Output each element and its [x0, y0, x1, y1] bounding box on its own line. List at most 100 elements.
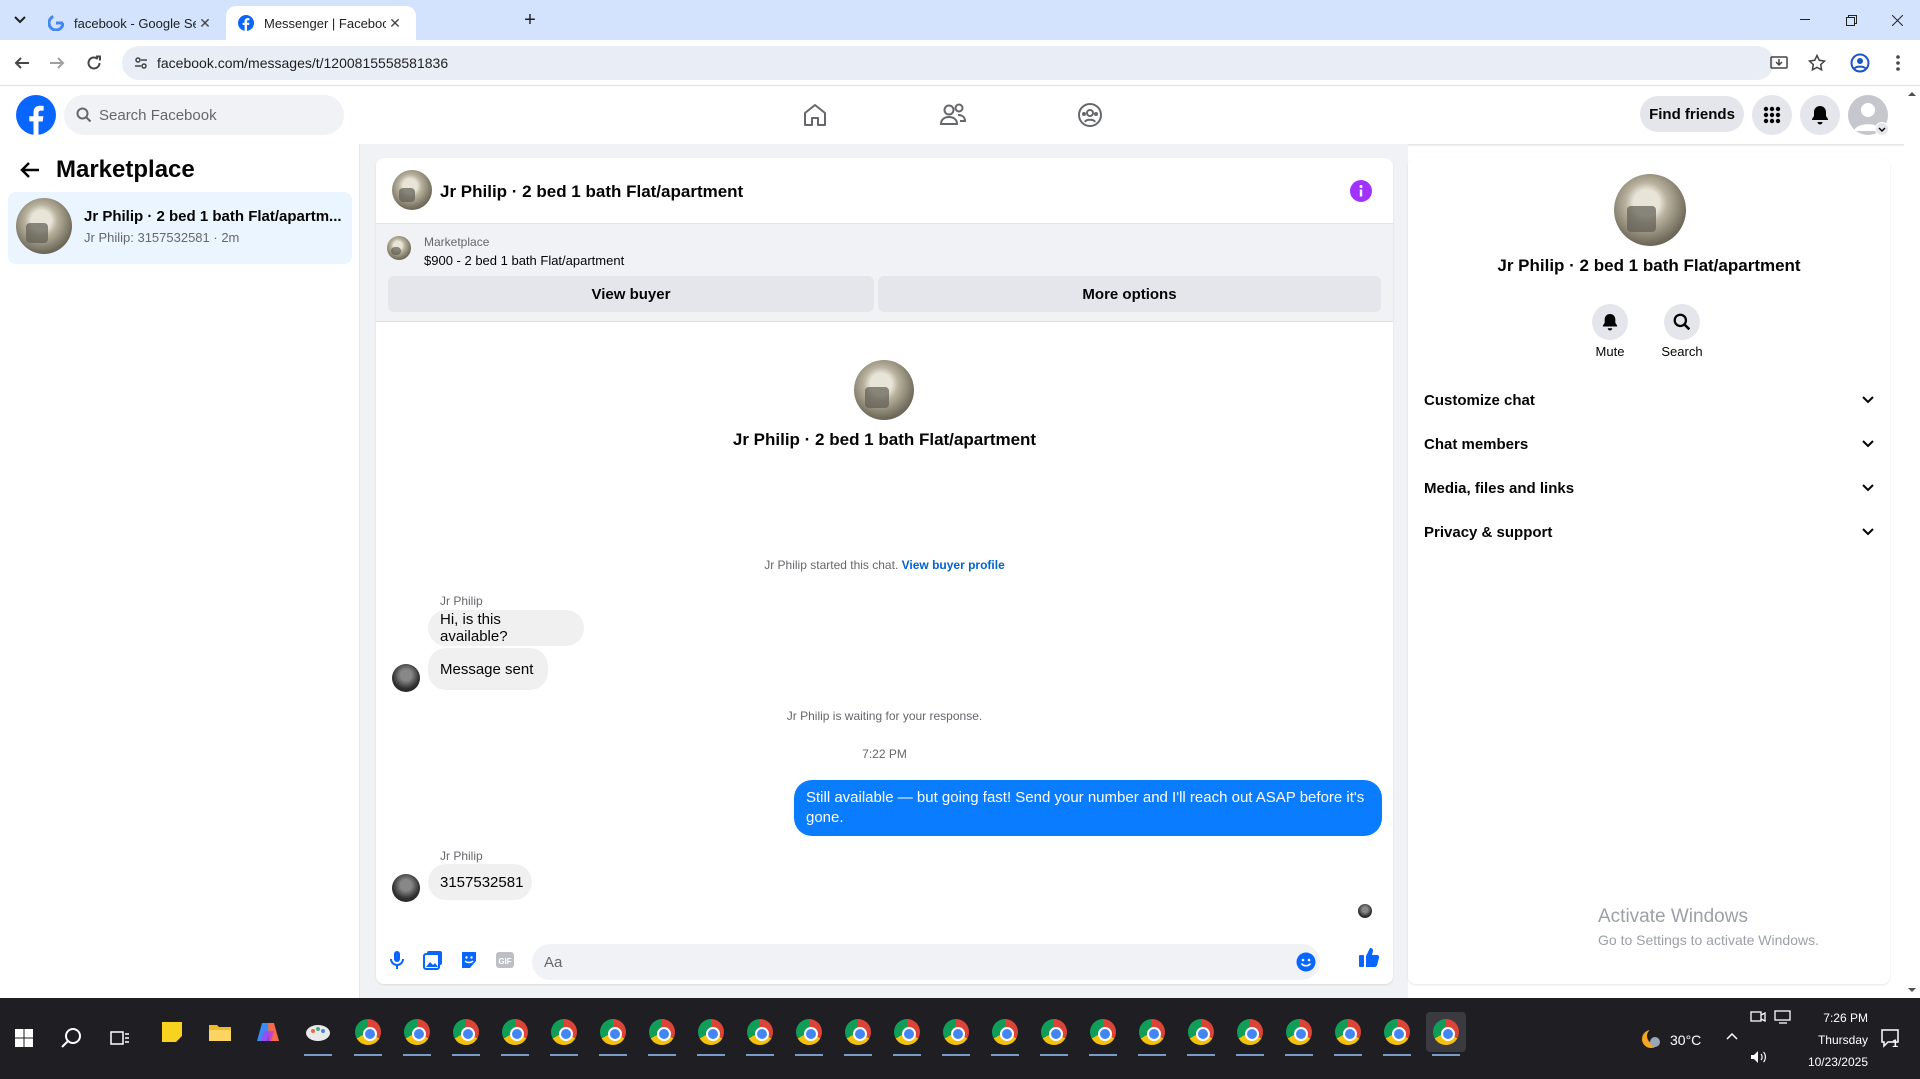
install-app-icon[interactable]	[1770, 54, 1788, 72]
chrome-profile-icon[interactable]	[887, 1012, 927, 1056]
volume-icon[interactable]	[1750, 1050, 1768, 1064]
chrome-profile-icon[interactable]	[1181, 1012, 1221, 1056]
outgoing-message[interactable]: Still available — but going fast! Send y…	[794, 780, 1382, 836]
close-tab-icon[interactable]: ✕	[386, 14, 404, 32]
chat-title[interactable]: Jr Philip · 2 bed 1 bath Flat/apartment	[440, 182, 743, 202]
chrome-profile-icon[interactable]	[691, 1012, 731, 1056]
chrome-profile-icon[interactable]	[1377, 1012, 1417, 1056]
chat-members-row[interactable]: Chat members	[1424, 424, 1874, 464]
account-chevron-icon[interactable]	[1875, 122, 1889, 136]
message-input[interactable]: Aa	[532, 944, 1320, 980]
gif-icon[interactable]: GIF	[494, 949, 516, 971]
chrome-profile-icon[interactable]	[1034, 1012, 1074, 1056]
minimize-icon[interactable]	[1782, 0, 1828, 40]
task-view-icon[interactable]	[100, 1018, 140, 1058]
message-timestamp: 7:22 PM	[862, 747, 907, 761]
mute-bell-icon[interactable]	[1592, 304, 1628, 340]
more-options-button[interactable]: More options	[878, 276, 1381, 312]
intro-avatar	[854, 360, 914, 420]
chrome-profile-icon[interactable]	[838, 1012, 878, 1056]
chrome-profile-icon[interactable]	[348, 1012, 388, 1056]
sticky-notes-icon[interactable]	[152, 1012, 192, 1052]
groups-icon[interactable]	[1070, 95, 1110, 135]
search-icon[interactable]	[52, 1018, 92, 1058]
paint-app-icon[interactable]	[298, 1012, 338, 1056]
info-icon[interactable]	[1350, 180, 1372, 202]
view-buyer-button[interactable]: View buyer	[388, 276, 874, 312]
details-avatar[interactable]	[1614, 174, 1686, 246]
sender-avatar[interactable]	[392, 874, 420, 902]
sender-avatar[interactable]	[392, 664, 420, 692]
notifications-bell-icon[interactable]	[1800, 95, 1840, 135]
chrome-profile-icon[interactable]	[495, 1012, 535, 1056]
back-icon[interactable]	[10, 51, 34, 75]
facebook-search-input[interactable]: Search Facebook	[64, 95, 344, 135]
windows-start-icon[interactable]	[4, 1018, 44, 1058]
chrome-profile-icon[interactable]	[642, 1012, 682, 1056]
conversation-item[interactable]: Jr Philip · 2 bed 1 bath Flat/apartm... …	[8, 192, 352, 264]
chrome-profile-icon[interactable]	[1328, 1012, 1368, 1056]
chrome-profile-icon[interactable]	[936, 1012, 976, 1056]
chrome-profile-icon[interactable]	[985, 1012, 1025, 1056]
chrome-profile-icon[interactable]	[397, 1012, 437, 1056]
profile-icon[interactable]	[1848, 51, 1872, 75]
like-thumb-icon[interactable]	[1358, 946, 1380, 968]
tab-google-search[interactable]: facebook - Google Search ✕	[36, 6, 226, 40]
chrome-profile-icon[interactable]	[1279, 1012, 1319, 1056]
find-friends-button[interactable]: Find friends	[1640, 96, 1744, 132]
chrome-profile-icon[interactable]	[544, 1012, 584, 1056]
weather-moon-icon[interactable]	[1640, 1028, 1662, 1050]
chrome-profile-icon[interactable]	[593, 1012, 633, 1056]
show-hidden-icons-chevron-icon[interactable]	[1726, 1032, 1738, 1040]
chrome-profile-icon[interactable]	[789, 1012, 829, 1056]
close-window-icon[interactable]	[1874, 0, 1920, 40]
clock-date[interactable]: 10/23/2025	[1788, 1055, 1868, 1069]
chrome-profile-icon[interactable]	[1230, 1012, 1270, 1056]
sticker-icon[interactable]	[458, 949, 480, 971]
listing-description[interactable]: $900 - 2 bed 1 bath Flat/apartment	[424, 253, 624, 268]
microphone-icon[interactable]	[386, 949, 408, 971]
close-tab-icon[interactable]: ✕	[196, 14, 214, 32]
listing-banner: Marketplace $900 - 2 bed 1 bath Flat/apa…	[376, 224, 1393, 322]
facebook-logo-icon[interactable]	[16, 95, 56, 135]
windows-taskbar: 30°C 7:26 PM Thursday 10/23/2025 1	[0, 998, 1920, 1079]
weather-temp[interactable]: 30°C	[1670, 1032, 1701, 1048]
customize-chat-row[interactable]: Customize chat	[1424, 380, 1874, 420]
restore-icon[interactable]	[1828, 0, 1874, 40]
listing-thumbnail[interactable]	[387, 236, 411, 260]
incoming-message[interactable]: Message sent	[428, 648, 548, 690]
chat-avatar[interactable]	[392, 170, 432, 210]
clock-time[interactable]: 7:26 PM	[1788, 1011, 1868, 1025]
chrome-menu-icon[interactable]	[1886, 51, 1910, 75]
tab-search-chevron-icon[interactable]	[8, 10, 32, 30]
media-files-links-row[interactable]: Media, files and links	[1424, 468, 1874, 508]
reload-icon[interactable]	[82, 51, 106, 75]
new-tab-icon[interactable]: +	[520, 10, 540, 30]
page-scrollbar[interactable]	[1904, 86, 1920, 998]
friends-icon[interactable]	[933, 95, 973, 135]
meet-now-icon[interactable]	[1750, 1010, 1766, 1024]
photo-icon[interactable]	[422, 949, 444, 971]
back-arrow-icon[interactable]	[20, 161, 40, 179]
search-conversation-icon[interactable]	[1664, 304, 1700, 340]
view-buyer-profile-link[interactable]: View buyer profile	[902, 558, 1005, 572]
incoming-message[interactable]: Hi, is this available?	[428, 610, 584, 646]
chrome-profile-icon[interactable]	[446, 1012, 486, 1056]
file-explorer-icon[interactable]	[200, 1012, 240, 1052]
chrome-profile-icon[interactable]	[1083, 1012, 1123, 1056]
privacy-support-row[interactable]: Privacy & support	[1424, 512, 1874, 552]
home-icon[interactable]	[795, 95, 835, 135]
emoji-icon[interactable]	[1296, 952, 1316, 972]
copilot-icon[interactable]	[248, 1012, 288, 1052]
incoming-message[interactable]: 3157532581	[428, 864, 532, 900]
bookmark-star-icon[interactable]	[1808, 54, 1826, 72]
forward-icon[interactable]	[45, 51, 69, 75]
site-info-icon[interactable]	[134, 56, 148, 70]
chrome-profile-icon[interactable]	[740, 1012, 780, 1056]
address-bar[interactable]: facebook.com/messages/t/1200815558581836	[122, 46, 1826, 80]
chrome-profile-icon[interactable]	[1132, 1012, 1172, 1056]
tab-messenger[interactable]: Messenger | Facebook ✕	[226, 6, 416, 40]
clock-day[interactable]: Thursday	[1788, 1033, 1868, 1047]
menu-grid-icon[interactable]	[1752, 95, 1792, 135]
chrome-profile-icon-active[interactable]	[1426, 1012, 1466, 1056]
